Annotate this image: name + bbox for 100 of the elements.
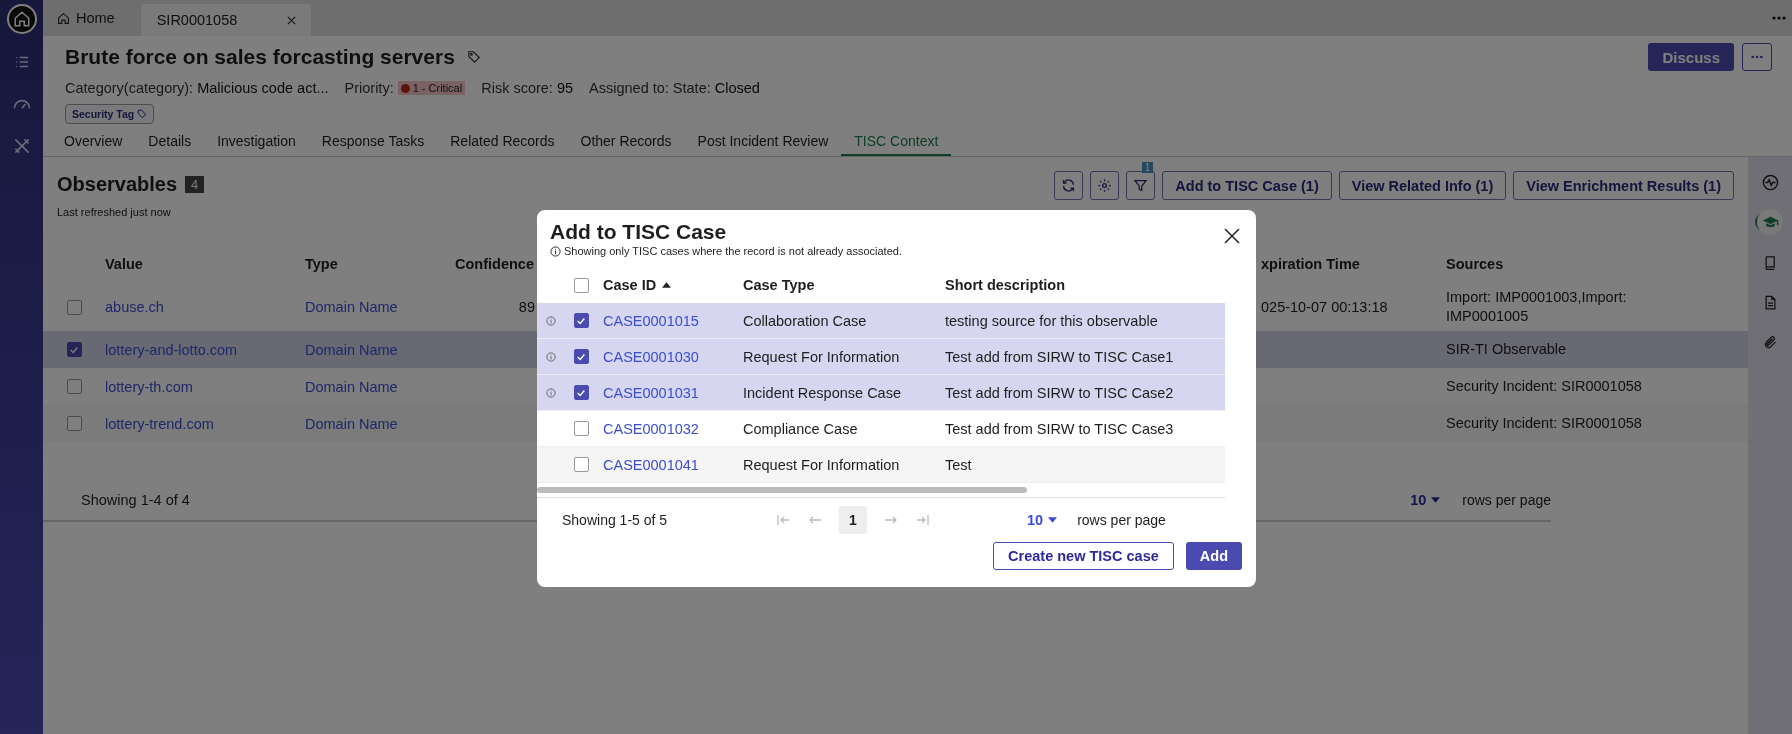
column-header[interactable]: Short description <box>939 277 1225 293</box>
observable-link[interactable]: lottery-trend.com <box>105 415 214 432</box>
info-icon[interactable] <box>546 387 556 398</box>
section-tab[interactable]: Response Tasks <box>308 128 438 156</box>
observable-link[interactable]: lottery-and-lotto.com <box>105 341 238 358</box>
discuss-button[interactable]: Discuss <box>1648 43 1734 71</box>
browser-tab[interactable]: SIR0001058 <box>140 4 311 36</box>
field-label: State: <box>672 80 711 96</box>
filter-count-badge: 1 <box>1141 162 1154 173</box>
action-button[interactable]: View Related Info (1) <box>1338 171 1507 200</box>
section-title: Observables <box>57 173 178 196</box>
type-link[interactable]: Domain Name <box>305 378 398 395</box>
browser-tab[interactable]: Home <box>51 0 133 36</box>
type-link[interactable]: Domain Name <box>305 415 398 432</box>
action-button[interactable]: Add to TISC Case (1) <box>1162 171 1332 200</box>
page-size-select[interactable]: 10 <box>1027 512 1058 528</box>
add-button[interactable]: Add <box>1185 542 1242 570</box>
priority-badge: 1 - Critical <box>397 81 466 95</box>
home-icon[interactable] <box>6 4 37 34</box>
table-row[interactable]: CASE0001041 Request For Information Test <box>537 447 1225 483</box>
more-icon[interactable] <box>1772 16 1786 20</box>
section-tab[interactable]: Investigation <box>204 128 309 156</box>
action-button[interactable]: View Enrichment Results (1) <box>1513 171 1734 200</box>
case-link[interactable]: CASE0001031 <box>603 384 699 401</box>
table-cell: Request For Information <box>743 456 900 473</box>
column-header[interactable]: Value <box>105 256 305 272</box>
info-icon[interactable] <box>546 351 556 362</box>
section-tab[interactable]: Related Records <box>437 128 568 156</box>
case-link[interactable]: CASE0001030 <box>603 348 699 365</box>
type-link[interactable]: Domain Name <box>305 341 398 358</box>
type-link[interactable]: Domain Name <box>305 299 398 315</box>
row-checkbox[interactable] <box>66 416 82 431</box>
row-checkbox[interactable] <box>66 379 82 394</box>
table-cell: Test <box>945 456 972 473</box>
column-header[interactable]: Sources <box>1446 256 1748 272</box>
column-header[interactable]: xpiration Time <box>1261 256 1446 272</box>
caret-icon <box>1431 497 1441 503</box>
section-tab[interactable]: Post Incident Review <box>684 128 842 156</box>
record-title: Brute force on sales forcasting servers <box>65 45 455 69</box>
rows-per-page-label: rows per page <box>1077 512 1166 528</box>
next-page-icon[interactable] <box>884 514 898 526</box>
previous-page-icon[interactable] <box>808 514 822 526</box>
row-checkbox[interactable] <box>573 457 589 472</box>
section-tab[interactable]: TISC Context <box>841 128 952 156</box>
page-number[interactable]: 1 <box>839 506 867 534</box>
table-cell: 025-10-07 00:13:18 <box>1261 299 1388 315</box>
section-tab[interactable]: Details <box>135 128 205 156</box>
last-page-icon[interactable] <box>915 514 929 526</box>
info-icon[interactable] <box>546 315 556 326</box>
row-checkbox[interactable] <box>573 313 589 328</box>
settings-button[interactable] <box>1090 171 1120 200</box>
tab-label: SIR0001058 <box>156 12 239 28</box>
refresh-button[interactable] <box>1054 171 1084 200</box>
results-count: Showing 1-5 of 5 <box>562 512 669 528</box>
field-value: 95 <box>556 80 574 96</box>
section-tab[interactable]: Other Records <box>567 128 685 156</box>
first-page-icon[interactable] <box>777 514 791 526</box>
column-header[interactable]: Confidence <box>455 256 535 272</box>
table-row[interactable]: CASE0001015 Collaboration Case testing source for this observable <box>537 303 1225 339</box>
case-link[interactable]: CASE0001041 <box>603 456 699 473</box>
settings-icon <box>1097 178 1113 193</box>
field-label: Assigned to: <box>589 80 669 96</box>
table-cell: Request For Information <box>743 348 900 365</box>
table-row[interactable]: CASE0001030 Request For Information Test add from SIRW to TISC Case1 <box>537 339 1225 375</box>
column-header[interactable]: Case ID <box>597 277 737 293</box>
filter-button[interactable] <box>1126 171 1156 200</box>
case-link[interactable]: CASE0001032 <box>603 420 699 437</box>
field-label: Priority: <box>344 80 394 96</box>
table-row[interactable]: CASE0001031 Incident Response Case Test add from SIRW to TISC Case2 <box>537 375 1225 411</box>
field-label: Category(category): <box>65 80 194 96</box>
section-tab[interactable]: Overview <box>51 128 136 156</box>
more-button[interactable] <box>1742 43 1772 71</box>
table-cell-text: Import: IMP0001003,Import: IMP0001005 <box>1446 288 1628 326</box>
select-all-checkbox[interactable] <box>573 277 589 293</box>
observable-link[interactable]: abuse.ch <box>105 299 164 315</box>
create-case-button[interactable]: Create new TISC case <box>993 542 1174 570</box>
table-cell: Collaboration Case <box>743 312 867 329</box>
field-value: Closed <box>714 80 760 96</box>
field-value: Malicious code act... <box>197 80 329 96</box>
row-checkbox[interactable] <box>66 342 82 357</box>
graduation-cap-icon[interactable] <box>1757 209 1783 235</box>
table-cell: Security Incident: SIR0001058 <box>1446 377 1642 396</box>
table-cell: Compliance Case <box>743 420 858 437</box>
tag-icon[interactable] <box>466 50 481 64</box>
refresh-status: Last refreshed just now <box>57 206 171 218</box>
table-cell: testing source for this observable <box>945 312 1158 329</box>
observable-link[interactable]: lottery-th.com <box>105 378 193 395</box>
close-icon[interactable] <box>1224 228 1240 244</box>
row-checkbox[interactable] <box>573 349 589 364</box>
row-checkbox[interactable] <box>573 421 589 436</box>
priority-dot <box>400 83 410 93</box>
row-checkbox[interactable] <box>573 385 589 400</box>
check-icon <box>576 351 586 362</box>
case-link[interactable]: CASE0001015 <box>603 312 699 329</box>
table-cell: Test add from SIRW to TISC Case2 <box>945 384 1174 401</box>
security-tag[interactable]: Security Tag <box>65 104 155 124</box>
page-size-select[interactable]: 10 <box>1410 492 1441 508</box>
row-checkbox[interactable] <box>66 299 82 315</box>
column-header[interactable]: Type <box>305 256 455 272</box>
column-header[interactable]: Case Type <box>737 277 939 293</box>
